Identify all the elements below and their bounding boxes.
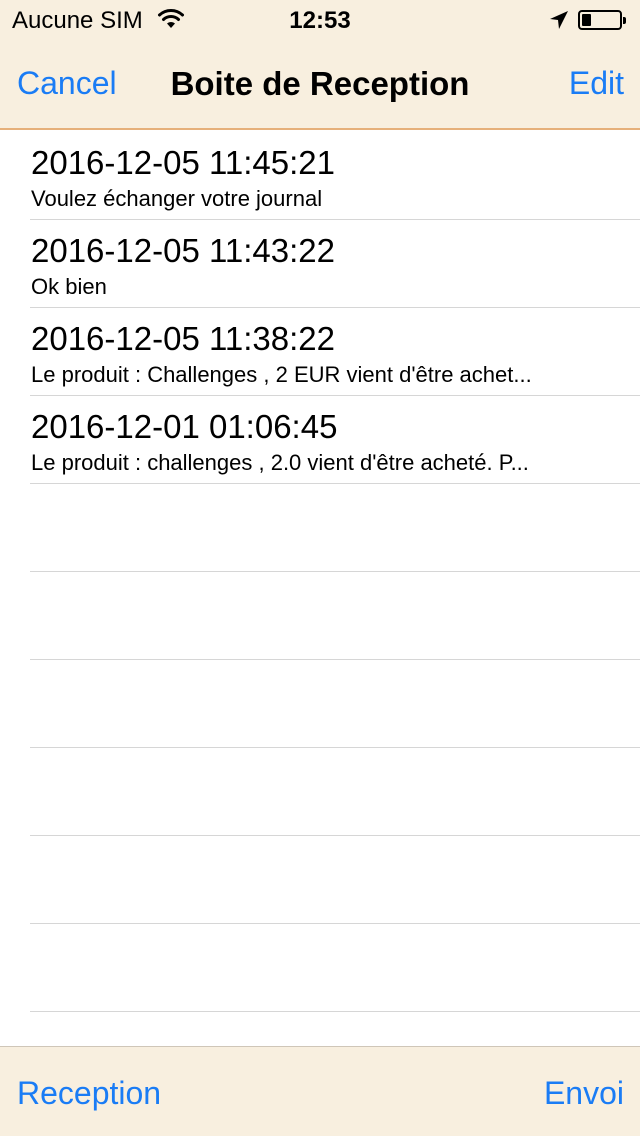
- status-time: 12:53: [289, 7, 351, 34]
- envoi-button[interactable]: Envoi: [544, 1075, 624, 1112]
- empty-row: [30, 572, 640, 660]
- message-list[interactable]: 2016-12-05 11:45:21 Voulez échanger votr…: [0, 132, 640, 1046]
- battery-icon: [578, 10, 626, 30]
- message-row[interactable]: 2016-12-05 11:38:22 Le produit : Challen…: [30, 308, 640, 396]
- message-date: 2016-12-01 01:06:45: [31, 408, 338, 445]
- message-preview: Le produit : Challenges , 2 EUR vient d'…: [31, 362, 532, 387]
- message-preview: Ok bien: [31, 274, 107, 299]
- location-arrow-icon: [550, 11, 568, 29]
- page-title: Boite de Reception: [170, 65, 470, 102]
- bottom-toolbar: Reception Envoi: [0, 1046, 640, 1136]
- empty-row: [30, 660, 640, 748]
- message-preview: Le produit : challenges , 2.0 vient d'êt…: [31, 450, 529, 475]
- edit-button[interactable]: Edit: [569, 65, 624, 102]
- message-date: 2016-12-05 11:38:22: [31, 320, 335, 357]
- message-row[interactable]: 2016-12-01 01:06:45 Le produit : challen…: [30, 396, 640, 484]
- message-preview: Voulez échanger votre journal: [31, 186, 323, 211]
- navigation-bar: Cancel Boite de Reception Edit: [0, 40, 640, 128]
- message-date: 2016-12-05 11:45:21: [31, 144, 335, 181]
- message-date: 2016-12-05 11:43:22: [31, 232, 335, 269]
- empty-row: [30, 924, 640, 1012]
- reception-button[interactable]: Reception: [17, 1075, 161, 1112]
- empty-row: [30, 484, 640, 572]
- status-bar: Aucune SIM 12:53: [0, 0, 640, 40]
- message-row[interactable]: 2016-12-05 11:43:22 Ok bien: [30, 220, 640, 308]
- top-bar: Aucune SIM 12:53 Cancel Boite de Recepti…: [0, 0, 640, 130]
- message-row[interactable]: 2016-12-05 11:45:21 Voulez échanger votr…: [30, 132, 640, 220]
- empty-row: [30, 748, 640, 836]
- empty-row: [30, 836, 640, 924]
